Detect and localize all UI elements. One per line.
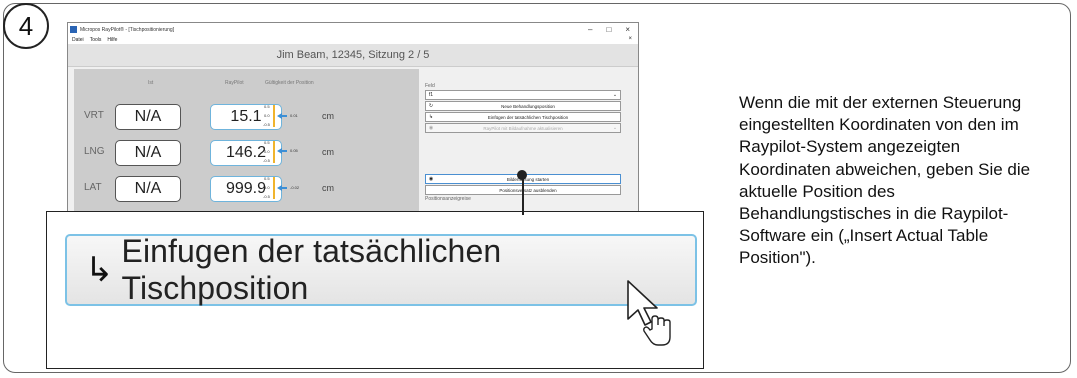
menu-bar: Datei Tools Hilfe × [68, 36, 638, 44]
ist-value: N/A [115, 140, 181, 166]
menu-hilfe[interactable]: Hilfe [107, 37, 117, 43]
ist-value: N/A [115, 176, 181, 202]
mouse-cursor-icon [627, 280, 671, 346]
instruction-text: Wenn die mit der externen Steuerung eing… [739, 93, 1031, 268]
hide-offset-label: Positionsversatz ausblenden [499, 187, 557, 193]
zoomed-button-label: Einfugen der tatsächlichen Tischposition [121, 233, 502, 306]
unit-label: cm [322, 111, 334, 121]
axis-label: LNG [84, 146, 105, 157]
menu-tools[interactable]: Tools [90, 37, 102, 43]
chevron-down-icon: ⌄ [612, 92, 618, 98]
offset-marker-bar [281, 114, 287, 117]
insert-arrow-icon: ↳ [85, 251, 114, 289]
unit-label: cm [322, 147, 334, 157]
axis-label: LAT [84, 182, 102, 193]
validity-scale [273, 177, 275, 199]
insert-actual-position-button-zoomed[interactable]: ↳ Einfugen der tatsächlichen Tischpositi… [65, 233, 697, 306]
current-offset: -0.02 [290, 185, 300, 191]
column-header-ist: Ist [148, 80, 154, 86]
callout-line [522, 174, 524, 215]
insert-actual-position-button[interactable]: ↳ Einfügen der tatsächlichen Tischpositi… [425, 112, 621, 122]
window-titlebar: Micropos RayPilot® - [Tischpositionierun… [68, 23, 638, 36]
offset-marker-bar [281, 149, 287, 152]
camera-icon: ◉ [428, 176, 434, 182]
update-raypilot-label: RayPilot mit Bildaufnahme aktualisieren [483, 125, 563, 131]
document-close-icon[interactable]: × [628, 36, 632, 42]
scale-bottom-label: -0.5 [263, 158, 270, 163]
app-icon [70, 26, 77, 33]
scale-top-label: 0.5 [264, 104, 270, 109]
current-offset: 0.05 [290, 147, 298, 153]
app-screenshot: Micropos RayPilot® - [Tischpositionierun… [67, 22, 639, 220]
raypilot-value: 999.9 [210, 176, 282, 202]
scale-bottom-label: -0.5 [263, 122, 270, 127]
validity-scale [273, 141, 275, 163]
validity-scale [273, 105, 275, 127]
scale-top-label: 0.5 [264, 140, 270, 145]
scale-bottom-label: -0.5 [263, 194, 270, 199]
field-select[interactable]: f1 ⌄ [425, 90, 621, 100]
scale-mid-label: 0.0 [264, 113, 270, 118]
menu-datei[interactable]: Datei [72, 37, 84, 43]
field-value: f1 [428, 92, 434, 98]
scale-top-label: 0.5 [264, 176, 270, 181]
chevron-down-icon: ⌄ [612, 125, 618, 131]
window-title: Micropos RayPilot® - [Tischpositionierun… [80, 26, 175, 33]
raypilot-value: 146.2 [210, 140, 282, 166]
scale-mid-label: 0.0 [264, 149, 270, 154]
unit-label: cm [322, 183, 334, 193]
update-raypilot-select[interactable]: ◉ RayPilot mit Bildaufnahme aktualisiere… [425, 123, 621, 133]
new-position-button[interactable]: ↻ Neue Behandlungsposition [425, 101, 621, 111]
insert-actual-position-label: Einfügen der tatsächlichen Tischposition [487, 114, 569, 120]
maximize-icon[interactable]: □ [606, 25, 611, 34]
column-header-validity: Gültigkeit der Position [265, 80, 314, 86]
zoom-callout: ↳ Einfugen der tatsächlichen Tischpositi… [46, 211, 704, 369]
field-label: Feld [425, 83, 435, 89]
scale-mid-label: 0.0 [264, 185, 270, 190]
raypilot-value: 15.1 [210, 104, 282, 130]
camera-icon: ◉ [428, 125, 434, 131]
patient-bar: Jim Beam, 12345, Sitzung 2 / 5 [68, 44, 638, 67]
minimize-icon[interactable]: – [588, 25, 592, 34]
step-number-badge: 4 [3, 3, 49, 49]
current-offset: 0.01 [290, 112, 298, 118]
close-icon[interactable]: × [625, 25, 630, 34]
refresh-icon: ↻ [428, 103, 434, 109]
offset-marker-bar [281, 187, 287, 190]
axis-label: VRT [84, 110, 104, 121]
insert-arrow-icon: ↳ [428, 114, 434, 120]
column-header-raypilot: RayPilot [225, 80, 244, 86]
start-capture-label: Bilderfassung starten [506, 176, 550, 182]
ist-value: N/A [115, 104, 181, 130]
new-position-label: Neue Behandlungsposition [501, 103, 555, 109]
